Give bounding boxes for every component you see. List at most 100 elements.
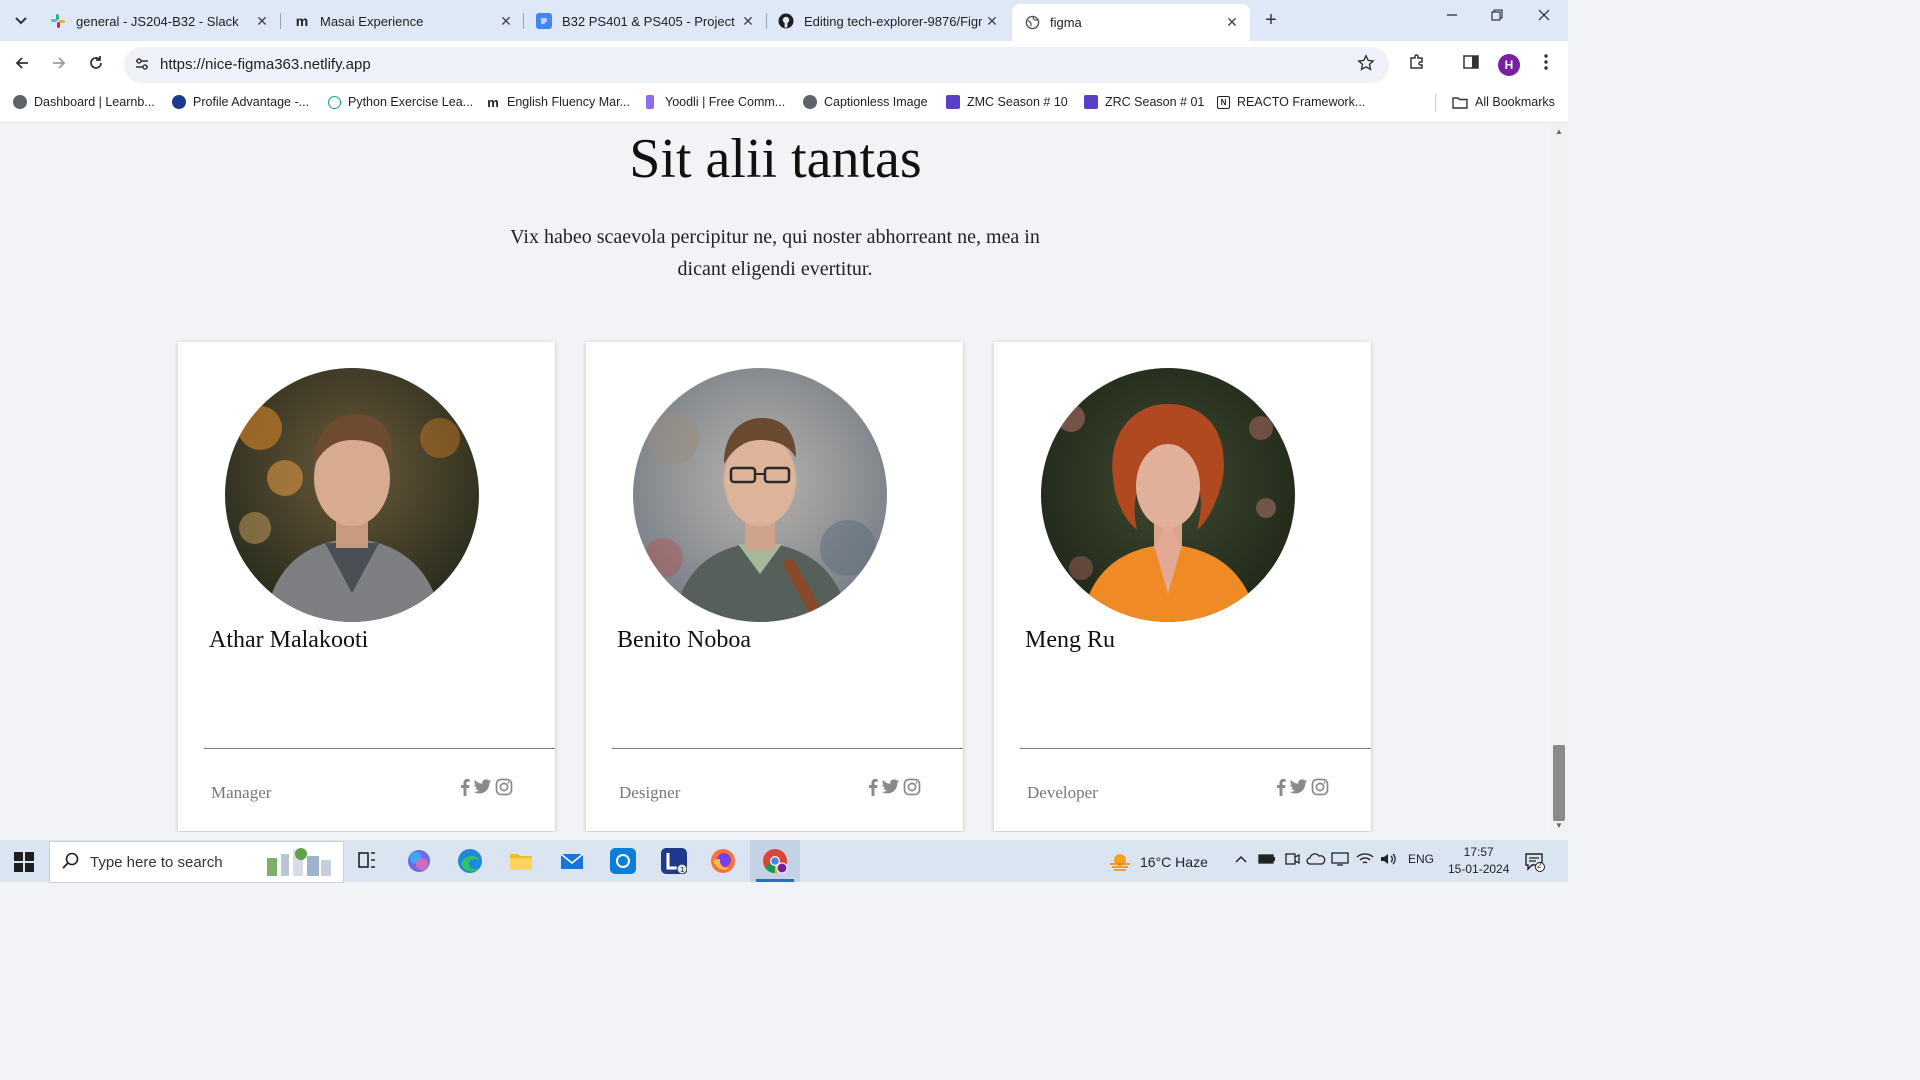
globe-icon [803, 95, 817, 109]
bookmark-item[interactable]: Yoodli | Free Comm... [646, 95, 785, 109]
launcher-icon[interactable]: 1 [661, 848, 688, 875]
site-settings-icon[interactable] [134, 56, 150, 75]
close-tab-icon[interactable]: ✕ [496, 13, 516, 30]
minimize-button[interactable] [1437, 8, 1467, 26]
copilot-icon[interactable] [406, 848, 432, 874]
twitter-icon[interactable] [1289, 779, 1308, 795]
show-hidden-icons-icon[interactable] [1234, 852, 1248, 869]
team-card: Meng Ru Developer [994, 342, 1371, 831]
bookmark-item[interactable]: Dashboard | Learnb... [13, 95, 155, 109]
back-button[interactable] [10, 53, 34, 77]
notification-count: 2 [1537, 861, 1542, 870]
tab-slack[interactable]: general - JS204-B32 - Slack ✕ [38, 5, 280, 37]
system-clock[interactable]: 17:57 15-01-2024 [1448, 844, 1509, 878]
bookmark-item[interactable]: Python Exercise Lea... [328, 95, 473, 109]
profile-avatar[interactable]: H [1498, 54, 1520, 76]
meet-now-icon[interactable] [1284, 852, 1300, 869]
masai-icon: m [487, 94, 499, 110]
page-scrollbar[interactable]: ▲ ▼ [1551, 123, 1568, 832]
tab-github[interactable]: Editing tech-explorer-9876/Figr ✕ [766, 5, 1010, 37]
instagram-icon[interactable] [495, 778, 513, 796]
taskbar-search-input[interactable]: Type here to search [49, 841, 344, 883]
forward-button[interactable] [47, 53, 71, 77]
close-icon [1538, 9, 1550, 21]
all-bookmarks-button[interactable]: All Bookmarks [1452, 95, 1555, 109]
extensions-button[interactable] [1406, 53, 1428, 75]
card-divider [612, 748, 963, 749]
bookmark-item[interactable]: ZMC Season # 10 [946, 95, 1068, 109]
member-role: Developer [1027, 783, 1098, 802]
avatar [225, 368, 479, 622]
close-tab-icon[interactable]: ✕ [982, 13, 1002, 30]
back-arrow-icon [15, 57, 28, 69]
search-placeholder: Type here to search [90, 854, 223, 871]
bookmark-label: All Bookmarks [1475, 95, 1555, 109]
browser-toolbar: https://nice-figma363.netlify.app H [0, 41, 1568, 88]
avatar [633, 368, 887, 622]
scroll-down-icon[interactable]: ▼ [1555, 821, 1563, 830]
scrollbar-thumb[interactable] [1553, 745, 1565, 821]
close-tab-icon[interactable]: ✕ [1222, 14, 1242, 31]
member-name: Meng Ru [1025, 627, 1115, 653]
bookmark-item[interactable]: m English Fluency Mar... [486, 94, 630, 110]
browser-menu-button[interactable] [1535, 53, 1557, 75]
onedrive-icon[interactable] [1306, 852, 1326, 869]
masai-icon: m [295, 13, 309, 29]
close-tab-icon[interactable]: ✕ [738, 13, 758, 30]
side-panel-icon [1463, 55, 1479, 69]
globe-icon [13, 95, 27, 109]
display-icon[interactable] [1331, 852, 1349, 869]
tab-search-button[interactable] [8, 8, 34, 34]
profile-icon [172, 95, 186, 109]
twitter-icon[interactable] [473, 779, 492, 795]
side-panel-button[interactable] [1460, 53, 1482, 75]
bookmarks-divider [1435, 94, 1436, 112]
team-card: Athar Malakooti Manager [178, 342, 555, 831]
facebook-icon[interactable] [460, 778, 470, 796]
bookmark-item[interactable]: N REACTO Framework... [1217, 95, 1365, 109]
instagram-icon[interactable] [903, 778, 921, 796]
instagram-icon[interactable] [1311, 778, 1329, 796]
firefox-icon[interactable] [710, 848, 736, 874]
bookmark-label: Captionless Image [824, 95, 928, 109]
close-window-button[interactable] [1529, 8, 1559, 26]
kebab-menu-icon [1544, 54, 1548, 70]
language-indicator[interactable]: ENG [1408, 852, 1434, 866]
edge-icon[interactable] [457, 848, 483, 874]
close-tab-icon[interactable]: ✕ [252, 13, 272, 30]
store-icon[interactable] [610, 848, 636, 874]
bookmark-item[interactable]: ZRC Season # 01 [1084, 95, 1204, 109]
notification-center-icon[interactable]: 2 [1524, 852, 1545, 872]
weather-widget[interactable]: 16°C Haze [1108, 852, 1208, 872]
chevron-down-icon [15, 17, 27, 25]
wifi-icon[interactable] [1356, 852, 1374, 869]
restore-button[interactable] [1482, 8, 1512, 26]
scroll-up-icon[interactable]: ▲ [1555, 127, 1563, 136]
address-bar[interactable]: https://nice-figma363.netlify.app [124, 47, 1389, 83]
bookmark-star-icon[interactable] [1357, 54, 1375, 77]
reload-button[interactable] [84, 53, 108, 77]
file-explorer-icon[interactable] [508, 848, 534, 874]
start-button[interactable] [14, 852, 34, 877]
tab-docs[interactable]: B32 PS401 & PS405 - Project Pr ✕ [524, 5, 766, 37]
bookmark-item[interactable]: Captionless Image [803, 95, 928, 109]
url-text[interactable]: https://nice-figma363.netlify.app [160, 56, 371, 73]
tab-masai[interactable]: m Masai Experience ✕ [282, 5, 524, 37]
tab-figma-active[interactable]: figma ✕ [1012, 4, 1250, 41]
bookmark-label: English Fluency Mar... [507, 95, 630, 109]
bookmark-item[interactable]: Profile Advantage -... [172, 95, 309, 109]
card-divider [204, 748, 555, 749]
svg-text:1: 1 [680, 866, 684, 874]
twitter-icon[interactable] [881, 779, 900, 795]
battery-icon[interactable] [1258, 852, 1276, 869]
mail-icon[interactable] [559, 848, 585, 874]
chrome-icon[interactable] [762, 848, 788, 874]
new-tab-button[interactable]: + [1260, 9, 1282, 31]
search-highlight-icon [261, 844, 341, 885]
facebook-icon[interactable] [1276, 778, 1286, 796]
task-view-icon[interactable] [355, 848, 381, 874]
openai-icon [328, 95, 341, 109]
member-name: Benito Noboa [617, 627, 751, 653]
facebook-icon[interactable] [868, 778, 878, 796]
volume-icon[interactable] [1380, 852, 1398, 869]
